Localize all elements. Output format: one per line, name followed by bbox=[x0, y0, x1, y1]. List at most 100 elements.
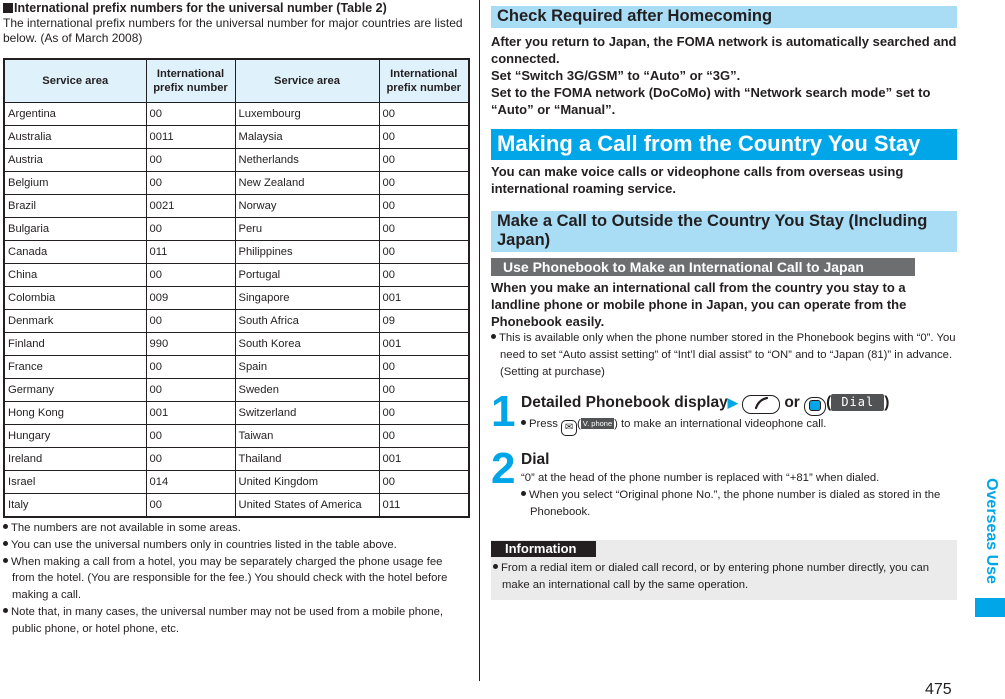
prefix-cell: 00 bbox=[378, 102, 470, 126]
service-area-cell: Peru bbox=[234, 217, 380, 241]
service-area-cell: Bulgaria bbox=[3, 217, 147, 241]
vphone-softkey[interactable]: V. phone bbox=[580, 418, 615, 429]
square-bullet-icon bbox=[3, 3, 13, 13]
table-row: Hong Kong 001 Switzerland 00 bbox=[3, 401, 470, 425]
prefix-cell: 00 bbox=[378, 125, 470, 149]
service-area-cell: Malaysia bbox=[234, 125, 380, 149]
prefix-cell: 00 bbox=[378, 240, 470, 264]
table-row: Bulgaria 00 Peru 00 bbox=[3, 217, 470, 241]
right-column: Check Required after Homecoming After yo… bbox=[491, 6, 957, 600]
phonebook-heading: Use Phonebook to Make an International C… bbox=[491, 258, 915, 276]
service-area-cell: Spain bbox=[234, 355, 380, 379]
prefix-cell: 011 bbox=[378, 493, 470, 518]
table-row: Denmark 00 South Africa 09 bbox=[3, 309, 470, 333]
service-area-cell: Germany bbox=[3, 378, 147, 402]
table-row: France 00 Spain 00 bbox=[3, 355, 470, 379]
mail-key-icon[interactable]: ✉ bbox=[561, 420, 578, 436]
service-area-cell: Australia bbox=[3, 125, 147, 149]
intro-text: The international prefix numbers for the… bbox=[3, 16, 463, 45]
service-area-cell: United Kingdom bbox=[234, 470, 380, 494]
prefix-cell: 00 bbox=[378, 378, 470, 402]
side-tab-marker bbox=[975, 598, 1005, 617]
bullet-icon bbox=[521, 491, 526, 496]
prefix-cell: 00 bbox=[145, 217, 236, 241]
information-box: Information From a redial item or dialed… bbox=[491, 540, 957, 600]
phonebook-note: This is available only when the phone nu… bbox=[491, 330, 957, 381]
prefix-cell: 00 bbox=[378, 401, 470, 425]
prefix-cell: 00 bbox=[378, 424, 470, 448]
prefix-cell: 00 bbox=[145, 148, 236, 172]
table-row: Italy 00 United States of America 011 bbox=[3, 493, 470, 518]
prefix-cell: 001 bbox=[145, 401, 236, 425]
check-text: After you return to Japan, the FOMA netw… bbox=[491, 34, 957, 117]
outside-country-heading: Make a Call to Outside the Country You S… bbox=[491, 211, 957, 252]
prefix-cell: 00 bbox=[378, 194, 470, 218]
prefix-cell: 00 bbox=[378, 470, 470, 494]
making-call-heading: Making a Call from the Country You Stay bbox=[491, 129, 957, 160]
service-area-cell: Sweden bbox=[234, 378, 380, 402]
table-row: Canada 011 Philippines 00 bbox=[3, 240, 470, 264]
step-title: Detailed Phonebook display▶ or (Dial) bbox=[521, 393, 957, 416]
service-area-cell: Austria bbox=[3, 148, 147, 172]
table-row: Argentina 00 Luxembourg 00 bbox=[3, 102, 470, 126]
table-row: Belgium 00 New Zealand 00 bbox=[3, 171, 470, 195]
service-area-cell: Luxembourg bbox=[234, 102, 380, 126]
table-row: Austria 00 Netherlands 00 bbox=[3, 148, 470, 172]
prefix-cell: 00 bbox=[145, 424, 236, 448]
step-2: 2 Dial “0” at the head of the phone numb… bbox=[491, 447, 957, 521]
table-row: Australia 0011 Malaysia 00 bbox=[3, 125, 470, 149]
arrow-right-icon: ▶ bbox=[727, 395, 738, 410]
prefix-cell: 00 bbox=[145, 309, 236, 333]
header-service-area: Service area bbox=[234, 58, 380, 103]
prefix-cell: 00 bbox=[378, 217, 470, 241]
bullet-icon bbox=[493, 564, 498, 569]
prefix-cell: 001 bbox=[378, 447, 470, 471]
service-area-cell: Belgium bbox=[3, 171, 147, 195]
center-key-icon[interactable] bbox=[804, 397, 827, 416]
service-area-cell: Ireland bbox=[3, 447, 147, 471]
service-area-cell: Argentina bbox=[3, 102, 147, 126]
table-header-row: Service area International prefix number… bbox=[3, 58, 470, 103]
left-column: International prefix numbers for the uni… bbox=[3, 0, 470, 638]
service-area-cell: Switzerland bbox=[234, 401, 380, 425]
prefix-table: Service area International prefix number… bbox=[3, 58, 470, 518]
header-prefix: International prefix number bbox=[378, 58, 470, 103]
table-row: Finland 990 South Korea 001 bbox=[3, 332, 470, 356]
prefix-cell: 00 bbox=[145, 355, 236, 379]
dial-softkey[interactable]: Dial bbox=[831, 394, 885, 411]
prefix-cell: 00 bbox=[378, 148, 470, 172]
note-item: Note that, in many cases, the universal … bbox=[3, 604, 468, 638]
prefix-cell: 00 bbox=[145, 102, 236, 126]
table-row: Hungary 00 Taiwan 00 bbox=[3, 424, 470, 448]
bullet-icon bbox=[3, 557, 8, 563]
service-area-cell: Philippines bbox=[234, 240, 380, 264]
service-area-cell: Finland bbox=[3, 332, 147, 356]
prefix-cell: 00 bbox=[145, 493, 236, 518]
prefix-cell: 001 bbox=[378, 286, 470, 310]
prefix-cell: 990 bbox=[145, 332, 236, 356]
prefix-cell: 00 bbox=[145, 447, 236, 471]
step-title: Dial bbox=[521, 451, 550, 468]
service-area-cell: Singapore bbox=[234, 286, 380, 310]
bullet-icon bbox=[491, 334, 496, 339]
making-call-text: You can make voice calls or videophone c… bbox=[491, 164, 904, 196]
note-item: When making a call from a hotel, you may… bbox=[3, 554, 468, 604]
service-area-cell: Israel bbox=[3, 470, 147, 494]
prefix-cell: 011 bbox=[145, 240, 236, 264]
table-row: China 00 Portugal 00 bbox=[3, 263, 470, 287]
side-tab-label: Overseas Use bbox=[983, 478, 1000, 584]
service-area-cell: South Korea bbox=[234, 332, 380, 356]
prefix-cell: 00 bbox=[145, 263, 236, 287]
bullet-icon bbox=[521, 420, 526, 425]
bullet-icon bbox=[3, 524, 8, 529]
service-area-cell: Netherlands bbox=[234, 148, 380, 172]
call-key-icon[interactable] bbox=[742, 395, 781, 414]
check-heading: Check Required after Homecoming bbox=[491, 6, 957, 28]
service-area-cell: Italy bbox=[3, 493, 147, 518]
page-number: 475 bbox=[925, 681, 952, 698]
prefix-cell: 009 bbox=[145, 286, 236, 310]
header-prefix: International prefix number bbox=[145, 58, 236, 103]
table-row: Ireland 00 Thailand 001 bbox=[3, 447, 470, 471]
service-area-cell: Hong Kong bbox=[3, 401, 147, 425]
service-area-cell: Denmark bbox=[3, 309, 147, 333]
